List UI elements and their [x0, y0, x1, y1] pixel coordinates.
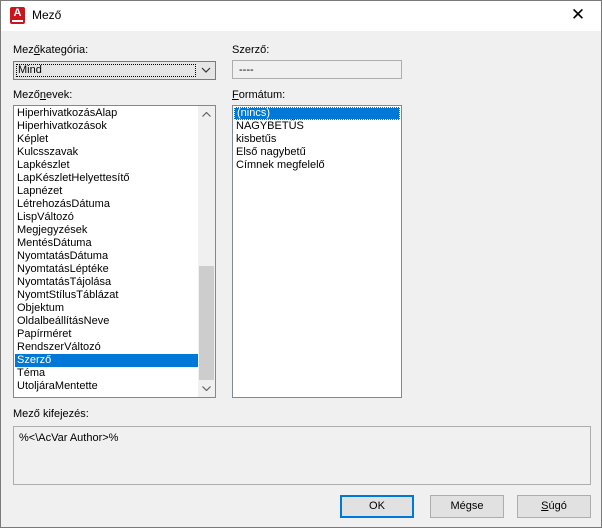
category-dropdown[interactable]: Mind: [13, 61, 216, 80]
field-name-item[interactable]: Megjegyzések: [15, 224, 198, 237]
field-expression-box[interactable]: %<\AcVar Author>%: [13, 426, 591, 485]
field-name-item[interactable]: LapKészletHelyettesítő: [15, 172, 198, 185]
dialog-title: Mező: [32, 8, 62, 22]
field-name-item[interactable]: Téma: [15, 367, 198, 380]
field-name-item[interactable]: Szerző: [15, 354, 198, 367]
field-name-item[interactable]: Kulcsszavak: [15, 146, 198, 159]
field-name-item[interactable]: Lapkészlet: [15, 159, 198, 172]
field-names-scrollbar[interactable]: [198, 106, 215, 397]
field-name-item[interactable]: Hiperhivatkozások: [15, 120, 198, 133]
field-names-list[interactable]: HiperhivatkozásAlap Hiperhivatkozások Képl…: [13, 105, 216, 398]
title-bar: A Mező ✕: [1, 1, 601, 31]
close-icon: ✕: [570, 5, 586, 25]
field-name-item[interactable]: NyomtatásDátuma: [15, 250, 198, 263]
category-label: Mezőkategória:: [13, 44, 89, 56]
field-names-label: Mezőnevek:: [13, 89, 73, 101]
format-item[interactable]: Első nagybetű: [234, 146, 400, 159]
scroll-down-arrow-icon[interactable]: [198, 380, 215, 397]
field-name-item[interactable]: Képlet: [15, 133, 198, 146]
author-label: Szerző:: [232, 44, 270, 56]
field-name-item[interactable]: Objektum: [15, 302, 198, 315]
format-item[interactable]: (nincs): [234, 107, 400, 120]
ok-button[interactable]: OK: [340, 495, 414, 518]
format-label: Formátum:: [232, 89, 286, 101]
field-name-item[interactable]: Papírméret: [15, 328, 198, 341]
scroll-thumb[interactable]: [199, 266, 214, 380]
help-button[interactable]: Súgó: [517, 495, 591, 518]
field-name-item[interactable]: Lapnézet: [15, 185, 198, 198]
field-name-item[interactable]: RendszerVáltozó: [15, 341, 198, 354]
author-value-field: ----: [232, 60, 402, 79]
field-dialog: A Mező ✕ Mezőkategória: Mind Szerző: ---…: [0, 0, 602, 528]
field-name-item[interactable]: OldalbeállításNeve: [15, 315, 198, 328]
category-selected-value: Mind: [16, 64, 196, 77]
format-item[interactable]: kisbetűs: [234, 133, 400, 146]
field-name-item[interactable]: LispVáltozó: [15, 211, 198, 224]
expression-label: Mező kifejezés:: [13, 408, 89, 420]
field-name-item[interactable]: LétrehozásDátuma: [15, 198, 198, 211]
autocad-app-icon: A: [10, 7, 25, 24]
chevron-down-icon: [200, 64, 212, 77]
format-item[interactable]: NAGYBETŰS: [234, 120, 400, 133]
scroll-up-arrow-icon[interactable]: [198, 106, 215, 123]
field-name-item[interactable]: NyomtatásTájolása: [15, 276, 198, 289]
format-items: (nincs) NAGYBETŰS kisbetűs Első nagybetű Cím…: [234, 107, 400, 172]
field-name-item[interactable]: NyomtStílusTáblázat: [15, 289, 198, 302]
field-name-item[interactable]: HiperhivatkozásAlap: [15, 107, 198, 120]
field-name-item[interactable]: MentésDátuma: [15, 237, 198, 250]
field-name-item[interactable]: UtoljáraMentette: [15, 380, 198, 393]
cancel-button[interactable]: Mégse: [430, 495, 504, 518]
field-name-item[interactable]: NyomtatásLéptéke: [15, 263, 198, 276]
format-item[interactable]: Címnek megfelelő: [234, 159, 400, 172]
format-list[interactable]: (nincs) NAGYBETŰS kisbetűs Első nagybetű Cím…: [232, 105, 402, 398]
close-button[interactable]: ✕: [555, 1, 601, 31]
field-names-items: HiperhivatkozásAlap Hiperhivatkozások Képl…: [15, 107, 198, 393]
